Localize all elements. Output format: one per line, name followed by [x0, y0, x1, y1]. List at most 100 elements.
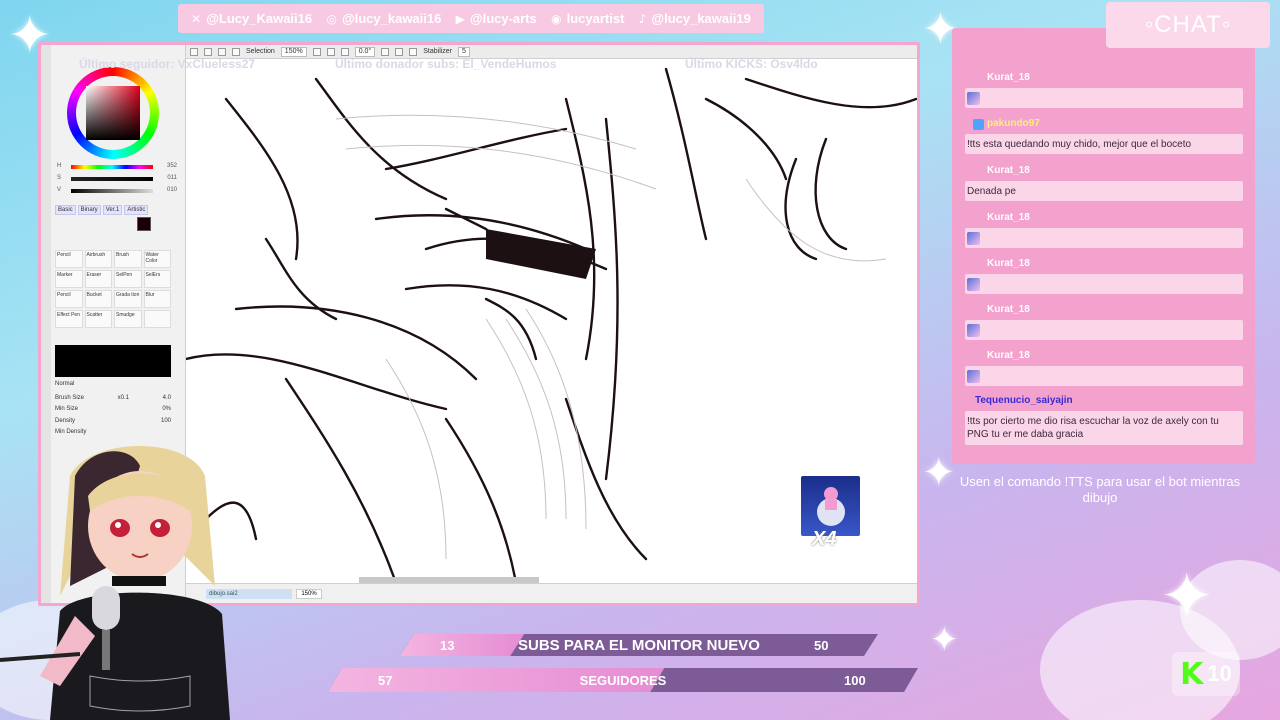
min-density-label: Min Density — [55, 429, 87, 435]
chat-message-body — [965, 366, 1243, 386]
kick-count-value: 10 — [1207, 661, 1232, 686]
social-item-youtube[interactable]: ▶ @lucy-arts — [456, 11, 537, 26]
tool-pencil-2[interactable]: Pencil — [55, 290, 83, 308]
tool-empty[interactable] — [143, 310, 171, 328]
tool-gradation[interactable]: Grada tion — [114, 290, 142, 308]
avatar-illustration — [0, 446, 230, 720]
value-value: 010 — [166, 187, 177, 193]
tool-airbrush[interactable]: Airbrush — [84, 250, 112, 268]
chat-message-body — [965, 320, 1243, 340]
stabilizer-field[interactable]: 5 — [458, 46, 470, 57]
chat-username: Kurat_18 — [987, 72, 1030, 83]
social-links-bar: ✕ @Lucy_Kawaii16 ◎ @lucy_kawaii16 ▶ @lucy-a… — [178, 4, 764, 33]
emote-icon — [967, 324, 980, 337]
chat-command-hint: Usen el comando !TTS para usar el bot mi… — [959, 474, 1241, 505]
brush-size-multiplier[interactable]: x0.1 — [118, 395, 129, 401]
chat-text: !tts por cierto me dio risa escuchar la … — [967, 416, 1219, 440]
rotate-left-button[interactable] — [381, 47, 390, 56]
tool-smudge[interactable]: Smudge — [114, 310, 142, 328]
subs-goal-target: 50 — [814, 637, 829, 653]
tool-blur[interactable]: Blur — [143, 290, 171, 308]
rotation-field[interactable]: 0.0° — [354, 46, 376, 57]
tool-pencil[interactable]: Pencil — [55, 250, 83, 268]
tool-scatter[interactable]: Scatter — [84, 310, 112, 328]
blend-mode-select[interactable]: Normal — [55, 381, 74, 387]
social-item-discord[interactable]: ◉ lucyartist — [551, 11, 624, 26]
min-size-row[interactable]: Min Size 0% — [55, 406, 171, 412]
stabilizer-label: Stabilizer — [423, 48, 453, 55]
zoom-field[interactable]: 150% — [280, 46, 307, 57]
chat-panel: Kurat_18 pakundo97 !tts esta quedando mu… — [952, 28, 1255, 464]
status-bar: dibujo.sai2 150% — [186, 583, 917, 603]
tool-marker[interactable]: Marker — [55, 270, 83, 288]
sparkle-decoration: ✦ — [922, 450, 956, 496]
chat-username: pakundo97 — [987, 118, 1040, 129]
tool-watercolor[interactable]: Water Color — [143, 250, 171, 268]
brush-tool-grid: Pencil Airbrush Brush Water Color Marker… — [55, 250, 171, 328]
social-item-x[interactable]: ✕ @Lucy_Kawaii16 — [191, 11, 312, 26]
primary-color-swatch[interactable] — [137, 217, 151, 231]
min-size-label: Min Size — [55, 406, 79, 412]
zoom-out-button[interactable] — [312, 47, 321, 56]
social-item-tiktok[interactable]: ♪ @lucy_kawaii19 — [639, 11, 751, 26]
saturation-slider[interactable]: S 011 — [57, 175, 177, 183]
tool-selpen[interactable]: SelPen — [114, 270, 142, 288]
slider-label: H — [57, 163, 62, 169]
invert-selection-button[interactable] — [232, 47, 240, 56]
chat-text: Denada pe — [967, 186, 1016, 197]
chat-title: ◦CHAT◦ — [1106, 2, 1270, 48]
discord-icon: ◉ — [551, 11, 562, 26]
tool-brush[interactable]: Brush — [114, 250, 142, 268]
tool-bucket[interactable]: Bucket — [84, 290, 112, 308]
zoom-in-button[interactable] — [326, 47, 335, 56]
youtube-icon: ▶ — [455, 11, 465, 26]
chat-text: !tts esta quedando muy chido, mejor que … — [967, 139, 1192, 150]
tool-effect-pen[interactable]: Effect Pen — [55, 310, 83, 328]
chat-username: Tequenucio_saiyajin — [975, 395, 1073, 406]
deselect-button[interactable] — [218, 47, 226, 56]
status-zoom: 150% — [296, 589, 322, 599]
rotate-right-button[interactable] — [395, 47, 404, 56]
value-bar[interactable] — [71, 189, 153, 193]
chat-username: Kurat_18 — [987, 350, 1030, 361]
brush-size-label: Brush Size — [55, 395, 85, 401]
undo-button[interactable] — [190, 47, 198, 56]
subs-goal-label: SUBS PARA EL MONITOR NUEVO — [518, 636, 760, 654]
density-value[interactable]: 100 — [161, 418, 171, 424]
chat-message-body: !tts por cierto me dio risa escuchar la … — [965, 411, 1243, 445]
social-item-instagram[interactable]: ◎ @lucy_kawaii16 — [326, 11, 441, 26]
saturation-bar[interactable] — [71, 177, 153, 181]
tool-eraser[interactable]: Eraser — [84, 270, 112, 288]
color-picker-square[interactable] — [86, 86, 140, 140]
tool-selers[interactable]: SelErs — [143, 270, 171, 288]
hue-slider[interactable]: H 352 — [57, 163, 177, 171]
flip-button[interactable] — [409, 47, 418, 56]
chat-message-body: Denada pe — [965, 181, 1243, 201]
subs-goal-bar: 13 SUBS PARA EL MONITOR NUEVO 50 — [400, 634, 878, 656]
min-density-row[interactable]: Min Density — [55, 429, 171, 435]
tool-tabs: Basic Binary Ver.1 Artistic — [55, 205, 149, 215]
hue-bar[interactable] — [71, 165, 153, 169]
tab-artistic[interactable]: Artistic — [124, 205, 149, 215]
emote-icon — [967, 370, 980, 383]
brush-size-row[interactable]: Brush Size x0.1 4.0 — [55, 395, 171, 401]
tiktok-icon: ♪ — [638, 11, 647, 26]
min-size-value[interactable]: 0% — [162, 406, 171, 412]
emote-icon — [967, 92, 980, 105]
brush-size-value[interactable]: 4.0 — [163, 395, 171, 401]
value-slider[interactable]: V 010 — [57, 187, 177, 195]
density-row[interactable]: Density 100 — [55, 418, 171, 424]
zoom-reset-button[interactable] — [340, 47, 349, 56]
density-label: Density — [55, 418, 76, 424]
social-handle: @lucy_kawaii19 — [651, 11, 751, 26]
sparkle-decoration: ✦ — [930, 620, 959, 660]
blend-mode-row[interactable]: Normal — [55, 381, 171, 387]
tab-binary[interactable]: Binary — [77, 205, 101, 215]
tab-ver1[interactable]: Ver.1 — [102, 205, 123, 215]
slider-label: V — [57, 187, 62, 193]
badge-icon — [973, 119, 984, 130]
astronaut-icon — [817, 487, 845, 526]
saturation-value: 011 — [167, 175, 177, 181]
tab-basic[interactable]: Basic — [55, 205, 76, 215]
redo-button[interactable] — [204, 47, 212, 56]
